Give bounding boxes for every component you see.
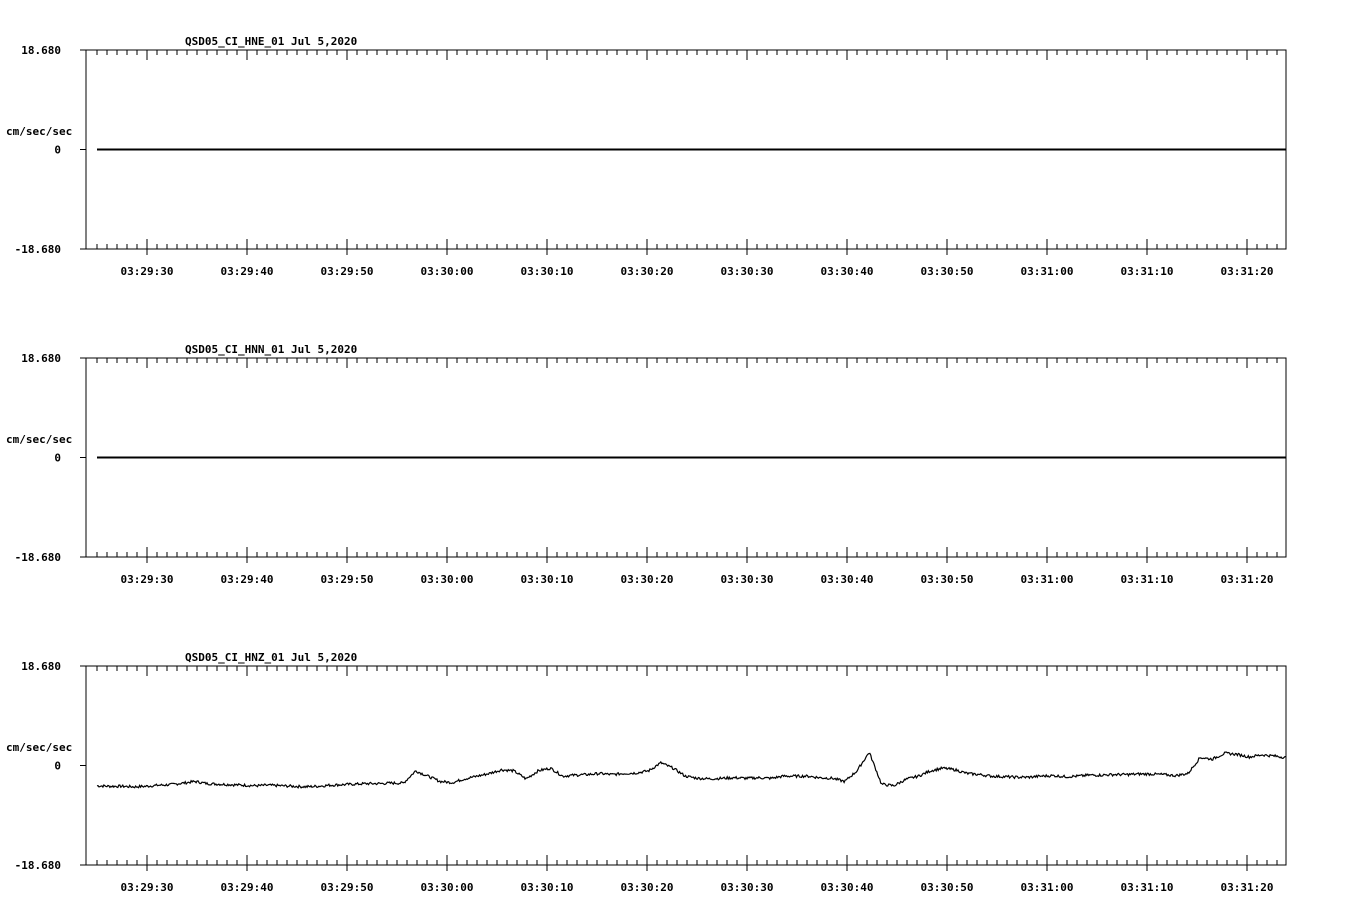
x-tick-label: 03:30:30	[721, 881, 774, 894]
y-tick-label: 0	[54, 760, 61, 773]
y-tick-label: -18.680	[15, 551, 61, 564]
x-tick-label: 03:30:40	[821, 881, 874, 894]
x-tick-label: 03:29:30	[121, 573, 174, 586]
seismogram-panel: QSD05_CI_HNN_01 Jul 5,2020 cm/sec/sec 18.6…	[6, 343, 1287, 586]
x-tick-label: 03:31:00	[1021, 265, 1074, 278]
waveform-trace	[96, 751, 1286, 789]
y-tick-label: -18.680	[15, 243, 61, 256]
x-tick-label: 03:30:00	[421, 265, 474, 278]
x-tick-label: 03:29:50	[321, 265, 374, 278]
x-tick-label: 03:29:40	[221, 573, 274, 586]
x-tick-label: 03:30:50	[921, 265, 974, 278]
x-tick-label: 03:30:50	[921, 573, 974, 586]
x-tick-label: 03:30:10	[521, 265, 574, 278]
x-tick-label: 03:29:50	[321, 881, 374, 894]
y-tick-label: 0	[54, 144, 61, 157]
plot-frame	[85, 665, 1287, 866]
y-tick-label: -18.680	[15, 859, 61, 872]
x-tick-label: 03:30:30	[721, 265, 774, 278]
x-tick-label: 03:30:20	[621, 881, 674, 894]
seismogram-panel: QSD05_CI_HNE_01 Jul 5,2020 cm/sec/sec 18.6…	[6, 35, 1287, 278]
y-axis-label: cm/sec/sec	[6, 125, 72, 138]
x-tick-label: 03:31:20	[1221, 573, 1274, 586]
panel-title: QSD05_CI_HNE_01 Jul 5,2020	[185, 35, 357, 48]
y-tick-label: 18.680	[21, 44, 61, 57]
x-tick-label: 03:29:40	[221, 265, 274, 278]
x-tick-label: 03:30:50	[921, 881, 974, 894]
x-tick-label: 03:30:40	[821, 265, 874, 278]
x-tick-label: 03:29:30	[121, 265, 174, 278]
x-tick-label: 03:30:00	[421, 573, 474, 586]
x-tick-label: 03:29:50	[321, 573, 374, 586]
x-tick-label: 03:30:40	[821, 573, 874, 586]
seismogram-panel: QSD05_CI_HNZ_01 Jul 5,2020 cm/sec/sec 18.6…	[6, 651, 1287, 894]
x-tick-label: 03:31:00	[1021, 573, 1074, 586]
x-tick-label: 03:31:20	[1221, 265, 1274, 278]
x-tick-label: 03:29:40	[221, 881, 274, 894]
seismogram-stage: QSD05_CI_HNE_01 Jul 5,2020 cm/sec/sec 18.6…	[6, 35, 1287, 894]
y-axis-label: cm/sec/sec	[6, 741, 72, 754]
x-tick-label: 03:31:10	[1121, 573, 1174, 586]
x-tick-label: 03:30:30	[721, 573, 774, 586]
y-tick-label: 0	[54, 452, 61, 465]
x-tick-label: 03:30:20	[621, 265, 674, 278]
y-tick-label: 18.680	[21, 352, 61, 365]
x-tick-label: 03:30:20	[621, 573, 674, 586]
x-tick-label: 03:30:10	[521, 881, 574, 894]
x-tick-label: 03:30:00	[421, 881, 474, 894]
panel-title: QSD05_CI_HNZ_01 Jul 5,2020	[185, 651, 357, 664]
x-tick-label: 03:30:10	[521, 573, 574, 586]
x-tick-label: 03:31:00	[1021, 881, 1074, 894]
panel-title: QSD05_CI_HNN_01 Jul 5,2020	[185, 343, 357, 356]
y-axis-label: cm/sec/sec	[6, 433, 72, 446]
x-tick-label: 03:31:10	[1121, 265, 1174, 278]
x-tick-label: 03:31:10	[1121, 881, 1174, 894]
x-tick-label: 03:31:20	[1221, 881, 1274, 894]
y-tick-label: 18.680	[21, 660, 61, 673]
x-tick-label: 03:29:30	[121, 881, 174, 894]
